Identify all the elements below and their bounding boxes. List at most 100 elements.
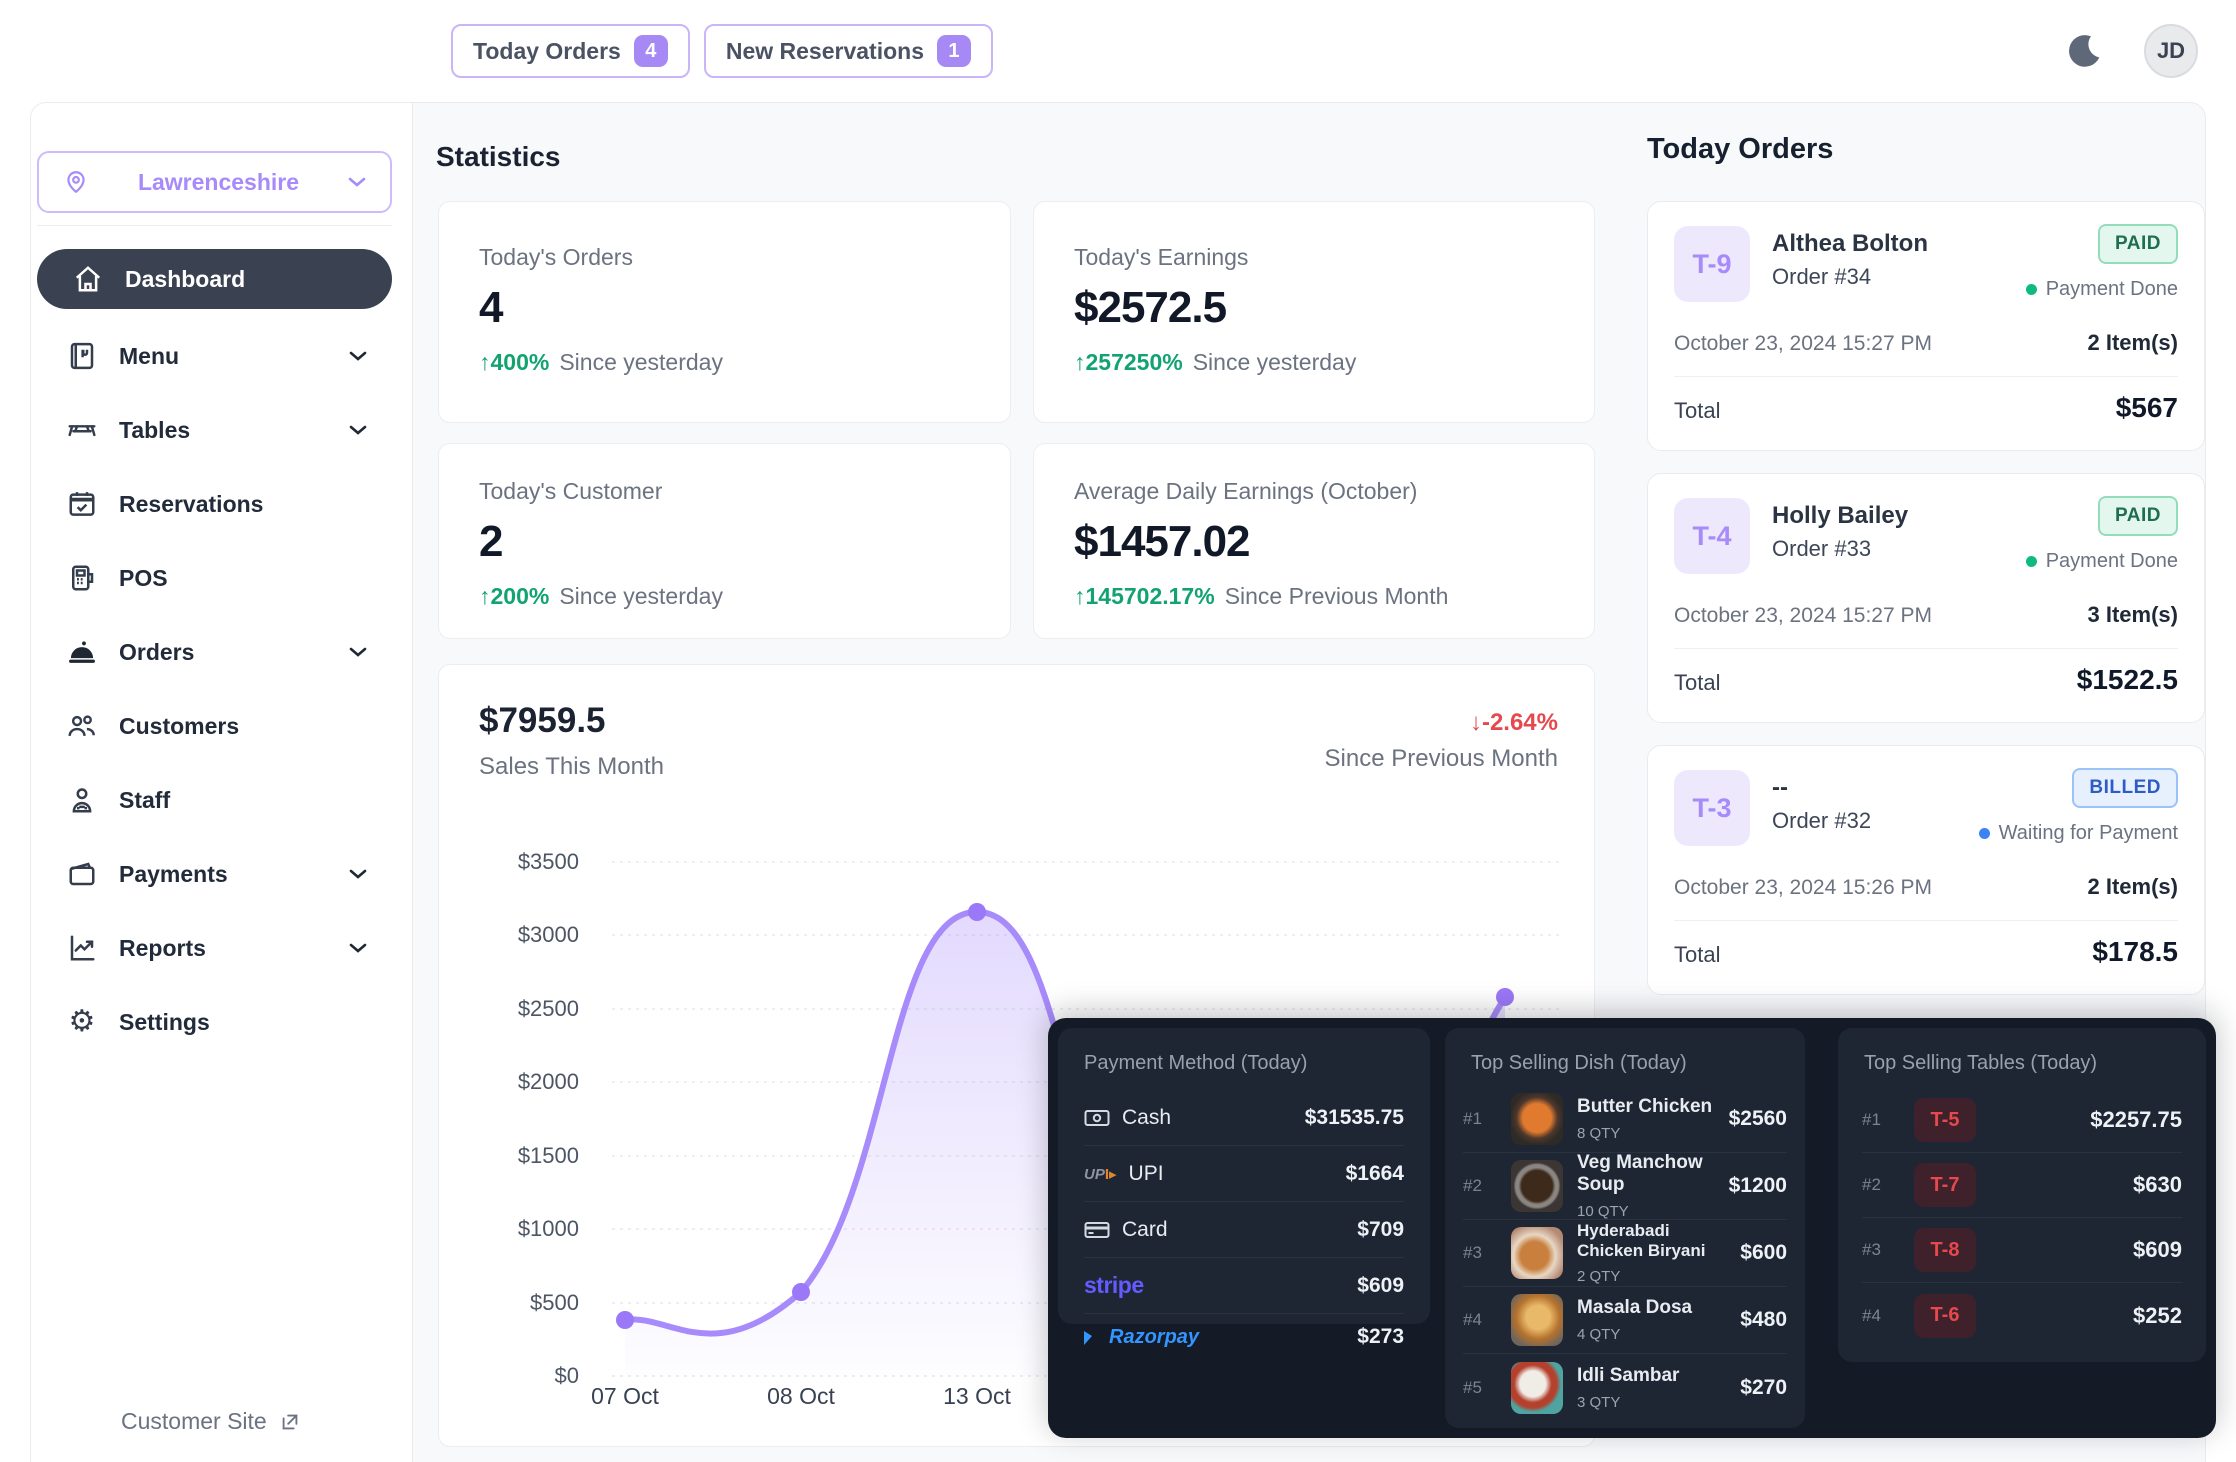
sidebar-item-payments[interactable]: Payments: [31, 837, 413, 911]
data-point: [968, 903, 986, 921]
location-selector[interactable]: Lawrenceshire: [37, 151, 392, 213]
data-point: [616, 1311, 634, 1329]
order-datetime: October 23, 2024 15:27 PM: [1674, 604, 1932, 628]
order-datetime: October 23, 2024 15:27 PM: [1674, 332, 1932, 356]
dish-photo: [1511, 1294, 1563, 1346]
dark-mode-moon-icon[interactable]: [2064, 31, 2104, 71]
stat-value: 2: [479, 517, 970, 567]
sidebar-item-staff[interactable]: Staff: [31, 763, 413, 837]
table-price: $630: [1994, 1172, 2182, 1198]
stat-delta: ↑145702.17% Since Previous Month: [1074, 583, 1554, 610]
sidebar-item-orders[interactable]: Orders: [31, 615, 413, 689]
avatar[interactable]: JD: [2144, 24, 2198, 78]
sidebar-item-label: Staff: [119, 787, 369, 814]
sidebar-item-customers[interactable]: Customers: [31, 689, 413, 763]
chevron-down-icon: [349, 646, 369, 658]
delta-note: Since yesterday: [1193, 349, 1357, 375]
total-value: $1522.5: [2077, 664, 2178, 696]
sidebar-item-pos[interactable]: POS: [31, 541, 413, 615]
sidebar-item-tables[interactable]: Tables: [31, 393, 413, 467]
delta-note: Since Previous Month: [1225, 583, 1449, 609]
topbar-buttons: Today Orders 4 New Reservations 1: [451, 24, 993, 78]
sidebar-nav: Dashboard Menu Tables: [31, 249, 413, 1059]
order-card[interactable]: T-3 -- Order #32 BILLED Waiting for Paym…: [1647, 745, 2205, 995]
order-card[interactable]: T-9 Althea Bolton Order #34 PAID Payment…: [1647, 201, 2205, 451]
customer-name: Holly Bailey: [1772, 502, 1908, 530]
payment-status-note: Waiting for Payment: [1979, 822, 2178, 845]
sidebar-item-settings[interactable]: ⚙ Settings: [31, 985, 413, 1059]
dish-name: Veg Manchow Soup: [1577, 1152, 1715, 1196]
table-row: #4 T-6 $252: [1862, 1283, 2182, 1348]
stat-delta: ↑400%Since yesterday: [479, 349, 970, 376]
dish-price: $1200: [1729, 1174, 1787, 1198]
dish-name: Idli Sambar: [1577, 1365, 1726, 1387]
sidebar-item-label: Menu: [119, 343, 349, 370]
stat-delta: ↑257250%Since yesterday: [1074, 349, 1554, 376]
dish-price: $2560: [1729, 1107, 1787, 1131]
cash-icon: [1084, 1108, 1110, 1128]
table-badge: T-9: [1674, 226, 1750, 302]
analytics-overlay: Payment Method (Today) Cash $31535.75 UP…: [1048, 1018, 2216, 1438]
payment-status-note: Payment Done: [2026, 550, 2178, 573]
order-number: Order #34: [1772, 264, 1871, 290]
chevron-down-icon: [349, 350, 369, 362]
chevron-down-icon: [349, 424, 369, 436]
stripe-logo: stripe: [1084, 1272, 1144, 1299]
avatar-initials: JD: [2157, 38, 2185, 64]
dish-panel-title: Top Selling Dish (Today): [1471, 1052, 1687, 1075]
menu-book-icon: [65, 341, 99, 371]
razorpay-logo-mark: [1084, 1329, 1092, 1345]
table-rank: #2: [1862, 1175, 1896, 1195]
sidebar-item-label: Reports: [119, 935, 349, 962]
today-orders-button-label: Today Orders: [473, 38, 621, 65]
topbar-right: JD: [2064, 24, 2198, 78]
payment-method-label: Cash: [1122, 1106, 1171, 1130]
top-selling-tables-panel: Top Selling Tables (Today) #1 T-5 $2257.…: [1838, 1028, 2206, 1362]
delta-up-value: ↑145702.17%: [1074, 583, 1215, 609]
sidebar-item-menu[interactable]: Menu: [31, 319, 413, 393]
stat-label: Today's Earnings: [1074, 244, 1554, 271]
dish-rank: #2: [1463, 1176, 1497, 1196]
data-point: [792, 1283, 810, 1301]
credit-card-icon: [1084, 1220, 1110, 1240]
sidebar: Lawrenceshire Dashboard Menu: [31, 103, 413, 1462]
new-reservations-button[interactable]: New Reservations 1: [704, 24, 993, 78]
divider: [1674, 648, 2178, 649]
delta-up-value: ↑400%: [479, 349, 549, 375]
dashboard-page: Today Orders 4 New Reservations 1 JD: [0, 0, 2236, 1462]
report-chart-icon: [65, 933, 99, 963]
stat-card-todays-customer: Today's Customer 2 ↑200%Since yesterday: [438, 443, 1011, 639]
sales-delta: ↓-2.64%: [1470, 709, 1558, 737]
stat-card-todays-earnings: Today's Earnings $2572.5 ↑257250%Since y…: [1033, 201, 1595, 423]
new-reservations-count-badge: 1: [937, 35, 971, 67]
dish-name: Hyderabadi Chicken Biryani: [1577, 1221, 1726, 1261]
table-badge: T-3: [1674, 770, 1750, 846]
dish-rank: #3: [1463, 1243, 1497, 1263]
order-datetime: October 23, 2024 15:26 PM: [1674, 876, 1932, 900]
payment-row: stripe $609: [1084, 1258, 1404, 1314]
sidebar-item-dashboard[interactable]: Dashboard: [37, 249, 392, 309]
dish-rank: #5: [1463, 1378, 1497, 1398]
table-rank: #4: [1862, 1306, 1896, 1326]
dish-qty: 3 QTY: [1577, 1394, 1726, 1411]
chevron-down-icon: [349, 868, 369, 880]
sidebar-item-reports[interactable]: Reports: [31, 911, 413, 985]
sidebar-item-reservations[interactable]: Reservations: [31, 467, 413, 541]
order-items-count: 3 Item(s): [2088, 602, 2178, 628]
topbar: Today Orders 4 New Reservations 1 JD: [0, 0, 2236, 102]
dish-rank: #1: [1463, 1109, 1497, 1129]
table-row: #2 T-7 $630: [1862, 1153, 2182, 1218]
dish-photo: [1511, 1093, 1563, 1145]
sales-subtitle: Sales This Month: [479, 753, 664, 781]
sidebar-item-label: Reservations: [119, 491, 369, 518]
dish-rank: #4: [1463, 1310, 1497, 1330]
stat-card-todays-orders: Today's Orders 4 ↑400%Since yesterday: [438, 201, 1011, 423]
top-selling-dish-panel: Top Selling Dish (Today) #1 Butter Chick…: [1445, 1028, 1805, 1428]
dish-name: Masala Dosa: [1577, 1297, 1726, 1319]
customer-site-link[interactable]: Customer Site: [121, 1408, 301, 1435]
today-orders-button[interactable]: Today Orders 4: [451, 24, 690, 78]
dish-row: #2 Veg Manchow Soup 10 QTY $1200: [1463, 1153, 1787, 1220]
stat-value: 4: [479, 283, 970, 333]
upi-logo-icon: UPI▸: [1084, 1165, 1117, 1183]
order-card[interactable]: T-4 Holly Bailey Order #33 PAID Payment …: [1647, 473, 2205, 723]
